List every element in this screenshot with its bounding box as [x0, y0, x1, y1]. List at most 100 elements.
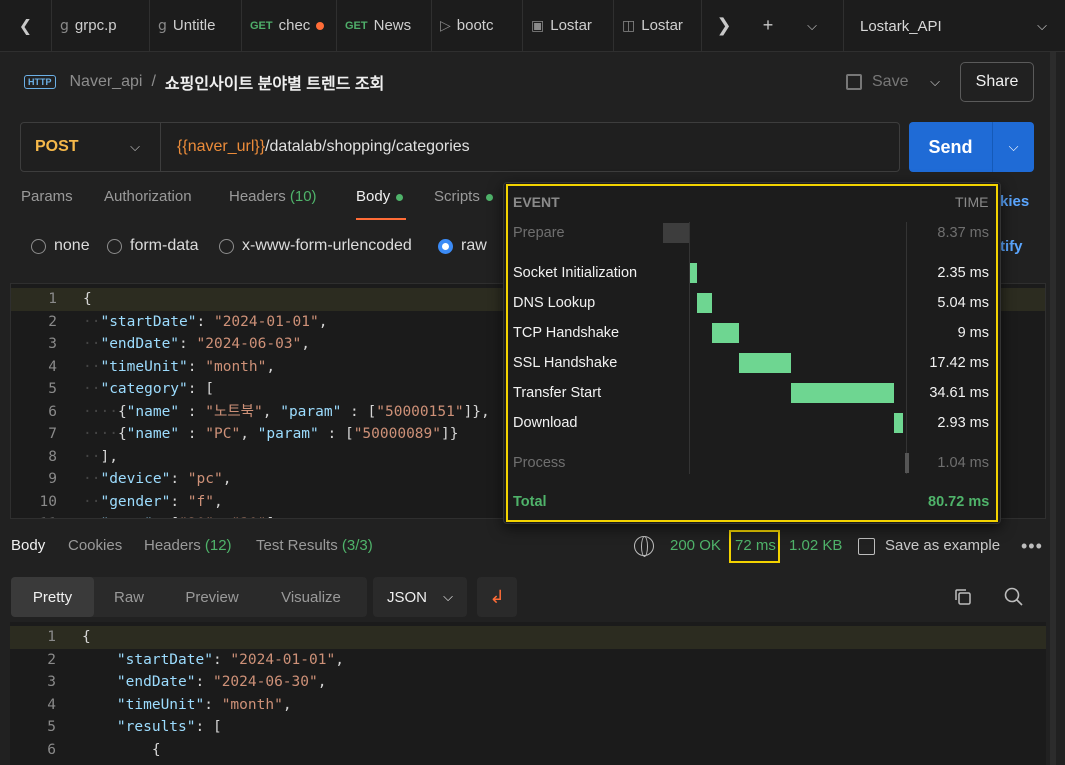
tab-untitled[interactable]: 𝗀 Untitle [150, 0, 242, 52]
timing-event-name: Process [513, 455, 566, 471]
headers-count: (12) [204, 537, 232, 554]
line-number: 8 [48, 448, 57, 465]
tab-authorization[interactable]: Authorization [104, 188, 192, 205]
total-time: 80.72 ms [928, 494, 990, 510]
send-button[interactable]: Send [909, 122, 993, 172]
tab-response-body[interactable]: Body [11, 537, 45, 554]
line-number: 2 [48, 313, 57, 330]
view-raw[interactable]: Raw [94, 577, 164, 617]
line-number: 11 [11, 513, 57, 518]
wrap-lines-icon[interactable]: ↲ [477, 577, 517, 617]
save-as-example-button[interactable]: Save as example [885, 537, 1000, 554]
timing-bar [790, 383, 895, 403]
radio-none[interactable]: none [31, 237, 90, 255]
timing-event-time: 2.35 ms [937, 265, 989, 281]
timing-event-time: 2.93 ms [937, 415, 989, 431]
scrollbar[interactable] [1050, 52, 1056, 765]
environment-selector[interactable]: Lostark_API ⌵ [843, 0, 1065, 52]
response-body-line: 1{ [10, 626, 1046, 649]
radio-label: x-www-form-urlencoded [242, 237, 412, 254]
tab-headers[interactable]: Headers (10) [229, 188, 317, 205]
line-number: 4 [47, 696, 56, 713]
search-icon[interactable] [1004, 587, 1023, 606]
code-text: ····{"name" : "노트북", "param" : ["5000015… [83, 403, 490, 420]
line-number: 5 [47, 719, 56, 735]
tabs-back-arrow-icon[interactable]: ❮ [0, 0, 52, 52]
tab-lostark[interactable]: ◫ Lostar [614, 0, 702, 52]
network-globe-icon[interactable] [634, 536, 654, 557]
tab-params[interactable]: Params [21, 188, 73, 205]
view-preview[interactable]: Preview [164, 577, 260, 617]
tab-response-headers[interactable]: Headers (12) [144, 537, 232, 554]
radio-label: raw [461, 237, 487, 254]
code-text: { [82, 629, 91, 645]
http-icon: HTTP [24, 75, 56, 89]
code-text: "timeUnit": "month", [116, 696, 292, 713]
tab-test-results[interactable]: Test Results (3/3) [256, 537, 373, 554]
tab-label: Body [356, 188, 391, 205]
format-selector[interactable]: JSON ⌵ [373, 577, 467, 617]
timing-event-time: 34.61 ms [929, 385, 989, 401]
line-number: 7 [48, 426, 57, 442]
timeline-end-axis [906, 222, 907, 474]
code-text: { [82, 741, 161, 758]
tab-label: News [373, 17, 412, 34]
tabs-menu-chevron-icon[interactable]: ⌵ [790, 0, 834, 52]
status-dot [485, 193, 493, 201]
trash-icon: ◫ [622, 17, 636, 33]
copy-icon[interactable] [954, 588, 972, 606]
new-tab-plus-icon[interactable]: + [746, 0, 790, 52]
unsaved-dot [316, 21, 325, 30]
save-options-chevron-icon[interactable]: ⌵ [920, 66, 950, 98]
status-code[interactable]: 200 OK [670, 537, 721, 554]
tabs-forward-arrow-icon[interactable]: ❯ [702, 0, 746, 52]
tab-news[interactable]: GET News [337, 0, 432, 52]
tab-lostark-mock[interactable]: ▣ Lostar [523, 0, 614, 52]
response-body-viewer[interactable]: 1{2 "startDate": "2024-01-01", 3 "endDate… [10, 622, 1046, 765]
event-column-header: EVENT [513, 194, 560, 210]
timing-event-name: DNS Lookup [513, 295, 596, 311]
save-button[interactable]: Save [846, 66, 908, 98]
time-column-header: TIME [955, 194, 989, 210]
method-selector[interactable]: POST ⌵ [21, 123, 161, 171]
code-text: ··"ages": ["20", "30"], [83, 513, 284, 518]
view-visualize[interactable]: Visualize [260, 577, 362, 617]
breadcrumb-collection[interactable]: Naver_api [70, 73, 143, 91]
tab-grpc[interactable]: 𝗀 grpc.p [52, 0, 150, 52]
timing-event-name: TCP Handshake [513, 325, 620, 341]
line-number: 5 [48, 381, 57, 397]
send-options-chevron-icon[interactable]: ⌵ [993, 122, 1034, 172]
timing-bar [894, 413, 903, 433]
more-options-icon[interactable]: ••• [1021, 536, 1043, 557]
url-input[interactable]: {{naver_url}}/datalab/shopping/categorie… [161, 138, 470, 156]
line-number: 2 [47, 651, 56, 668]
share-button[interactable]: Share [960, 62, 1034, 102]
beautify-link[interactable]: tify [1000, 238, 1023, 255]
response-time-highlight [729, 530, 780, 563]
timing-event-time: 1.04 ms [937, 455, 989, 471]
tab-bootcamp[interactable]: ▷ bootc [432, 0, 523, 52]
line-number: 3 [47, 674, 56, 690]
tab-scripts[interactable]: Scripts [434, 188, 493, 205]
tab-label: Headers [144, 537, 201, 554]
line-number: 6 [48, 403, 57, 420]
view-pretty[interactable]: Pretty [11, 577, 94, 617]
radio-raw[interactable]: raw [438, 237, 487, 255]
radio-form-data[interactable]: form-data [107, 237, 198, 255]
request-name[interactable]: 쇼핑인사이트 분야별 트렌드 조회 [165, 70, 384, 94]
line-number: 6 [47, 741, 56, 758]
tab-check[interactable]: GET chec [242, 0, 337, 52]
response-size[interactable]: 1.02 KB [789, 537, 842, 554]
line-number: 1 [47, 629, 56, 645]
mock-server-icon: ▣ [531, 17, 545, 33]
response-body-line: 4 "timeUnit": "month", [10, 694, 1046, 717]
tab-body[interactable]: Body [356, 188, 404, 205]
radio-circle [219, 238, 234, 254]
timing-event-name: SSL Handshake [513, 355, 618, 371]
method-badge: GET [250, 19, 273, 32]
cookies-link[interactable]: kies [1000, 193, 1029, 210]
code-text: ··"endDate": "2024-06-03", [83, 336, 311, 352]
tab-response-cookies[interactable]: Cookies [68, 537, 122, 554]
radio-urlencoded[interactable]: x-www-form-urlencoded [219, 237, 412, 255]
tab-label: chec [278, 17, 311, 34]
